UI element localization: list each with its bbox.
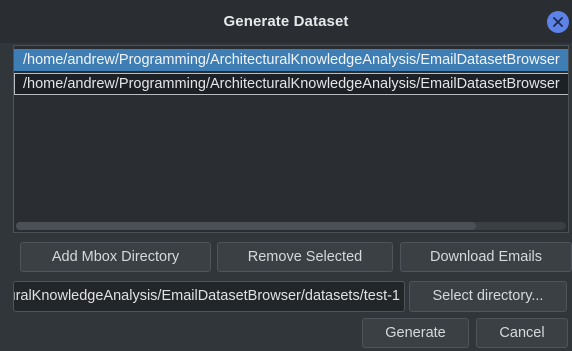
dialog-title: Generate Dataset: [223, 13, 349, 30]
generate-button[interactable]: Generate: [362, 318, 469, 348]
remove-selected-button[interactable]: Remove Selected: [217, 242, 393, 272]
scrollbar-thumb[interactable]: [16, 222, 476, 230]
horizontal-scrollbar[interactable]: [16, 222, 566, 230]
cancel-button[interactable]: Cancel: [476, 318, 568, 348]
list-item[interactable]: /home/andrew/Programming/ArchitecturalKn…: [14, 73, 568, 95]
title-bar: Generate Dataset: [0, 0, 572, 43]
download-emails-button[interactable]: Download Emails: [400, 242, 572, 272]
close-button[interactable]: [547, 11, 569, 33]
generate-dataset-dialog: Generate Dataset /home/andrew/Programmin…: [0, 0, 572, 351]
output-path-field[interactable]: /home/andrew/Programming/ArchitecturalKn…: [13, 281, 405, 312]
mbox-directory-list[interactable]: /home/andrew/Programming/ArchitecturalKn…: [13, 45, 569, 233]
output-path-text: /home/andrew/Programming/ArchitecturalKn…: [14, 288, 400, 304]
list-item[interactable]: /home/andrew/Programming/ArchitecturalKn…: [14, 49, 568, 71]
select-directory-button[interactable]: Select directory...: [409, 281, 567, 312]
add-mbox-directory-button[interactable]: Add Mbox Directory: [20, 242, 211, 272]
close-icon: [553, 17, 563, 27]
